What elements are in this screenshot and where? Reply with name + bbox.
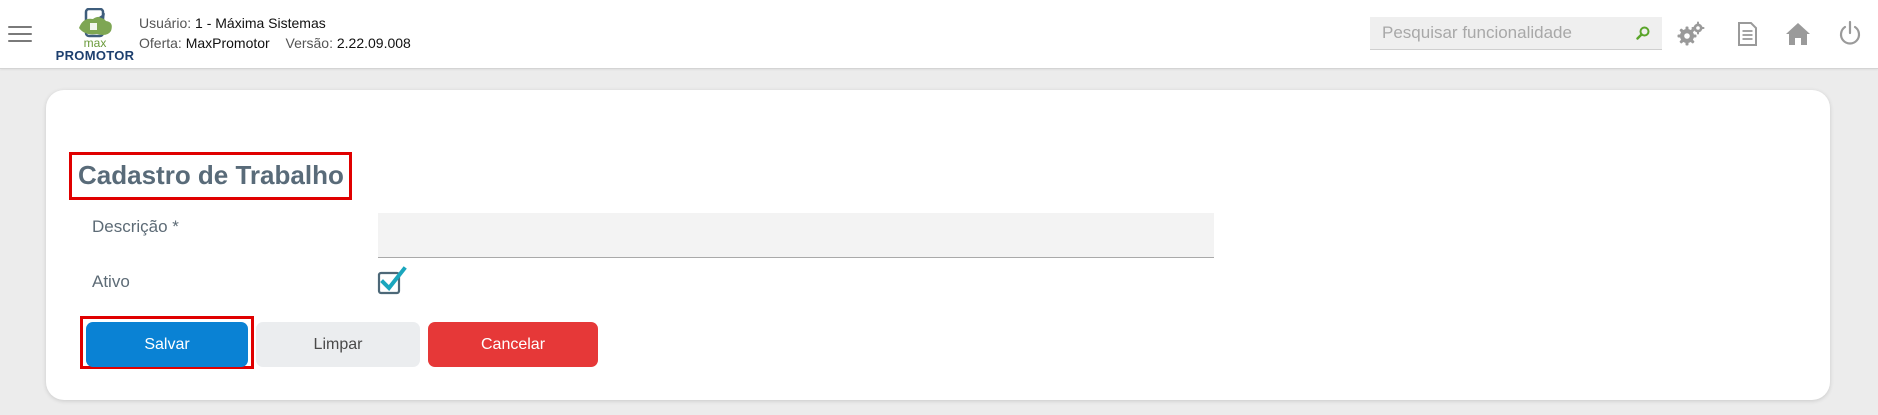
top-bar: max PROMOTOR Usuário: 1 - Máxima Sistema…: [0, 0, 1878, 69]
offer-value: MaxPromotor: [185, 35, 270, 51]
gears-icon[interactable]: [1677, 20, 1705, 48]
search-icon[interactable]: [1636, 26, 1650, 40]
description-input[interactable]: [378, 213, 1214, 258]
power-icon[interactable]: [1836, 20, 1864, 48]
logo-text-promotor: PROMOTOR: [55, 48, 135, 63]
form-card: Cadastro de Trabalho Descrição * Ativo S…: [46, 90, 1830, 400]
save-button[interactable]: Salvar: [86, 322, 248, 367]
user-value: 1 - Máxima Sistemas: [195, 15, 326, 31]
page-title: Cadastro de Trabalho: [69, 152, 352, 201]
clear-button[interactable]: Limpar: [256, 322, 420, 367]
user-line: Usuário: 1 - Máxima Sistemas: [139, 13, 411, 33]
user-info: Usuário: 1 - Máxima Sistemas Oferta: Max…: [139, 13, 411, 53]
user-label: Usuário:: [139, 15, 192, 31]
version-value: 2.22.09.008: [336, 35, 411, 51]
version-label: Versão:: [285, 35, 333, 51]
active-label: Ativo: [92, 272, 130, 291]
offer-line: Oferta: MaxPromotor Versão: 2.22.09.008: [139, 33, 411, 53]
active-checkbox[interactable]: [377, 265, 407, 295]
menu-icon[interactable]: [8, 26, 32, 42]
description-label: Descrição *: [92, 217, 179, 236]
home-icon[interactable]: [1784, 20, 1812, 48]
search-box: [1370, 17, 1662, 50]
logo[interactable]: max PROMOTOR: [50, 8, 140, 66]
offer-label: Oferta:: [139, 35, 182, 51]
cancel-button[interactable]: Cancelar: [428, 322, 598, 367]
search-input[interactable]: [1370, 17, 1632, 48]
document-icon[interactable]: [1733, 20, 1761, 48]
